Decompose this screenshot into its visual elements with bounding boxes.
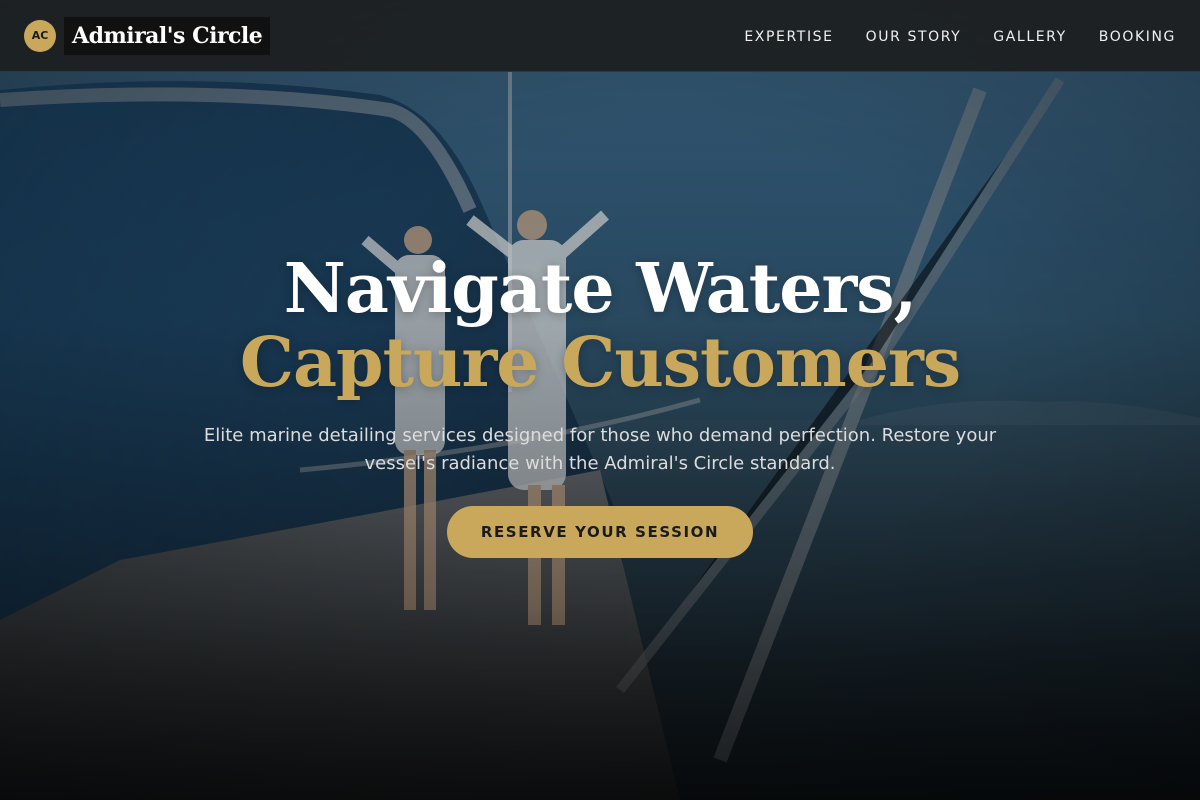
brand-badge-icon: AC [24,19,56,52]
nav-item-booking: BOOKING [1099,26,1176,45]
nav-item-gallery: GALLERY [993,26,1066,45]
brand-logo-link[interactable]: AC Admiral's Circle [24,16,271,55]
brand-name: Admiral's Circle [64,16,271,55]
reserve-session-button[interactable]: RESERVE YOUR SESSION [447,506,753,558]
hero-headline: Navigate Waters, Capture Customers [239,249,961,403]
nav-link-gallery[interactable]: GALLERY [993,29,1066,45]
nav-item-our-story: OUR STORY [866,26,962,45]
hero-content: Navigate Waters, Capture Customers Elite… [0,252,1200,558]
nav-links: EXPERTISE OUR STORY GALLERY BOOKING [744,26,1176,45]
hero-headline-line1: Navigate Waters, [283,249,918,329]
hero-headline-line2: Capture Customers [239,323,961,403]
top-navbar: AC Admiral's Circle EXPERTISE OUR STORY … [0,0,1200,72]
nav-link-our-story[interactable]: OUR STORY [866,29,962,45]
hero-subtitle: Elite marine detailing services designed… [203,425,997,474]
nav-link-booking[interactable]: BOOKING [1099,29,1176,45]
nav-link-expertise[interactable]: EXPERTISE [744,29,833,45]
nav-item-expertise: EXPERTISE [744,26,833,45]
